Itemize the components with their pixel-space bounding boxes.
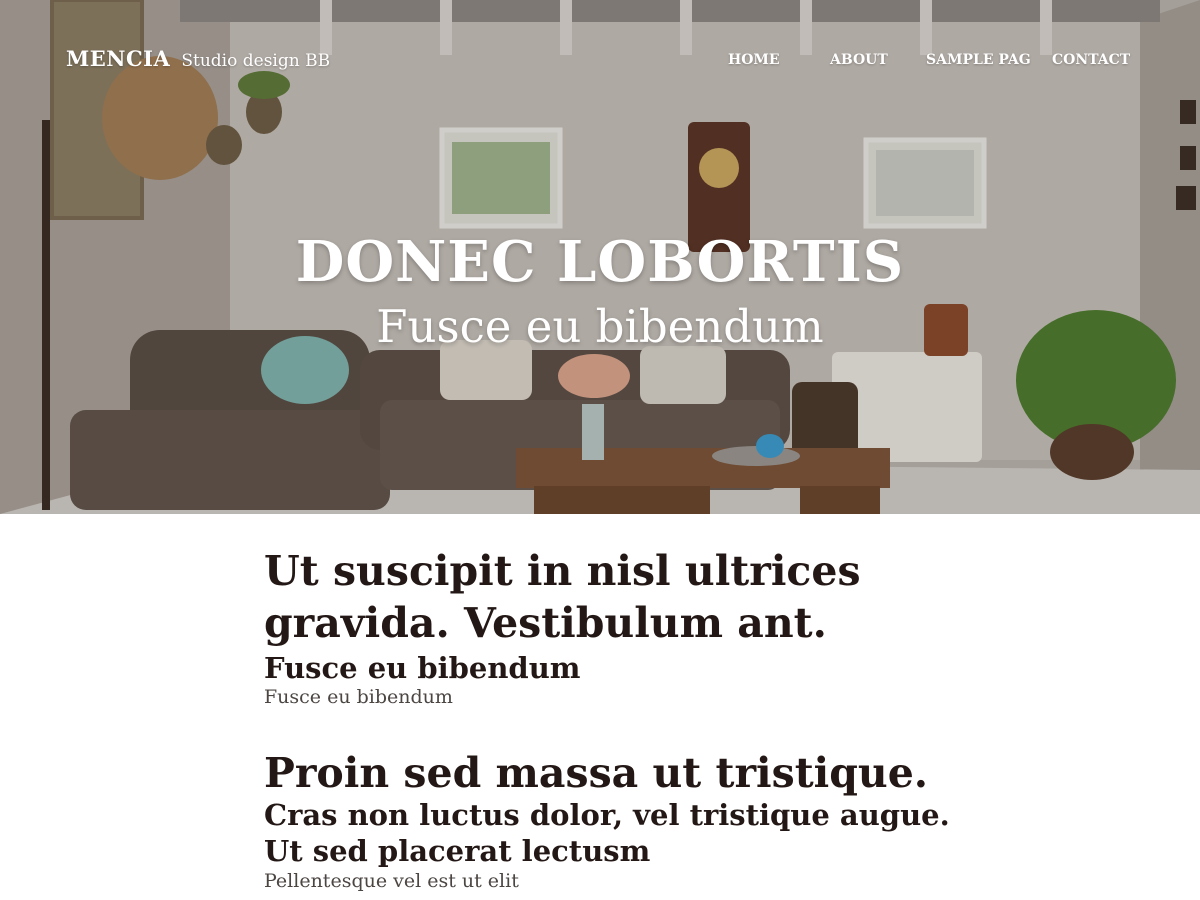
section2-line1: Cras non luctus dolor, vel tristique aug…: [264, 798, 950, 832]
section1-subheading: Fusce eu bibendum: [264, 651, 581, 685]
nav-about-link[interactable]: ABOUT: [830, 52, 888, 68]
section2-line2: Ut sed placerat lectusm: [264, 834, 651, 868]
nav-home-link[interactable]: HOME: [728, 52, 780, 68]
main-content: Ut suscipit in nisl ultrices gravida. Ve…: [264, 545, 964, 893]
hero-banner: MENCIA Studio design BB HOME ABOUT SAMPL…: [0, 0, 1200, 514]
brand-tagline: Studio design BB: [181, 51, 331, 71]
nav-contact-link[interactable]: CONTACT: [1052, 52, 1130, 68]
section2-caption: Pellentesque vel est ut elit: [264, 870, 519, 892]
hero-title: DONEC LOBORTIS: [295, 229, 905, 295]
section1-caption: Fusce eu bibendum: [264, 686, 453, 708]
section2-heading: Proin sed massa ut tristique.: [264, 749, 929, 797]
site-brand[interactable]: MENCIA Studio design BB: [66, 46, 330, 71]
hero-subtitle: Fusce eu bibendum: [376, 300, 824, 353]
nav-sample-page-link[interactable]: SAMPLE PAG: [926, 52, 1031, 68]
section2: Proin sed massa ut tristique. Cras non l…: [264, 749, 964, 893]
brand-name[interactable]: MENCIA: [66, 46, 170, 71]
section1-heading: Ut suscipit in nisl ultrices gravida. Ve…: [264, 547, 861, 647]
